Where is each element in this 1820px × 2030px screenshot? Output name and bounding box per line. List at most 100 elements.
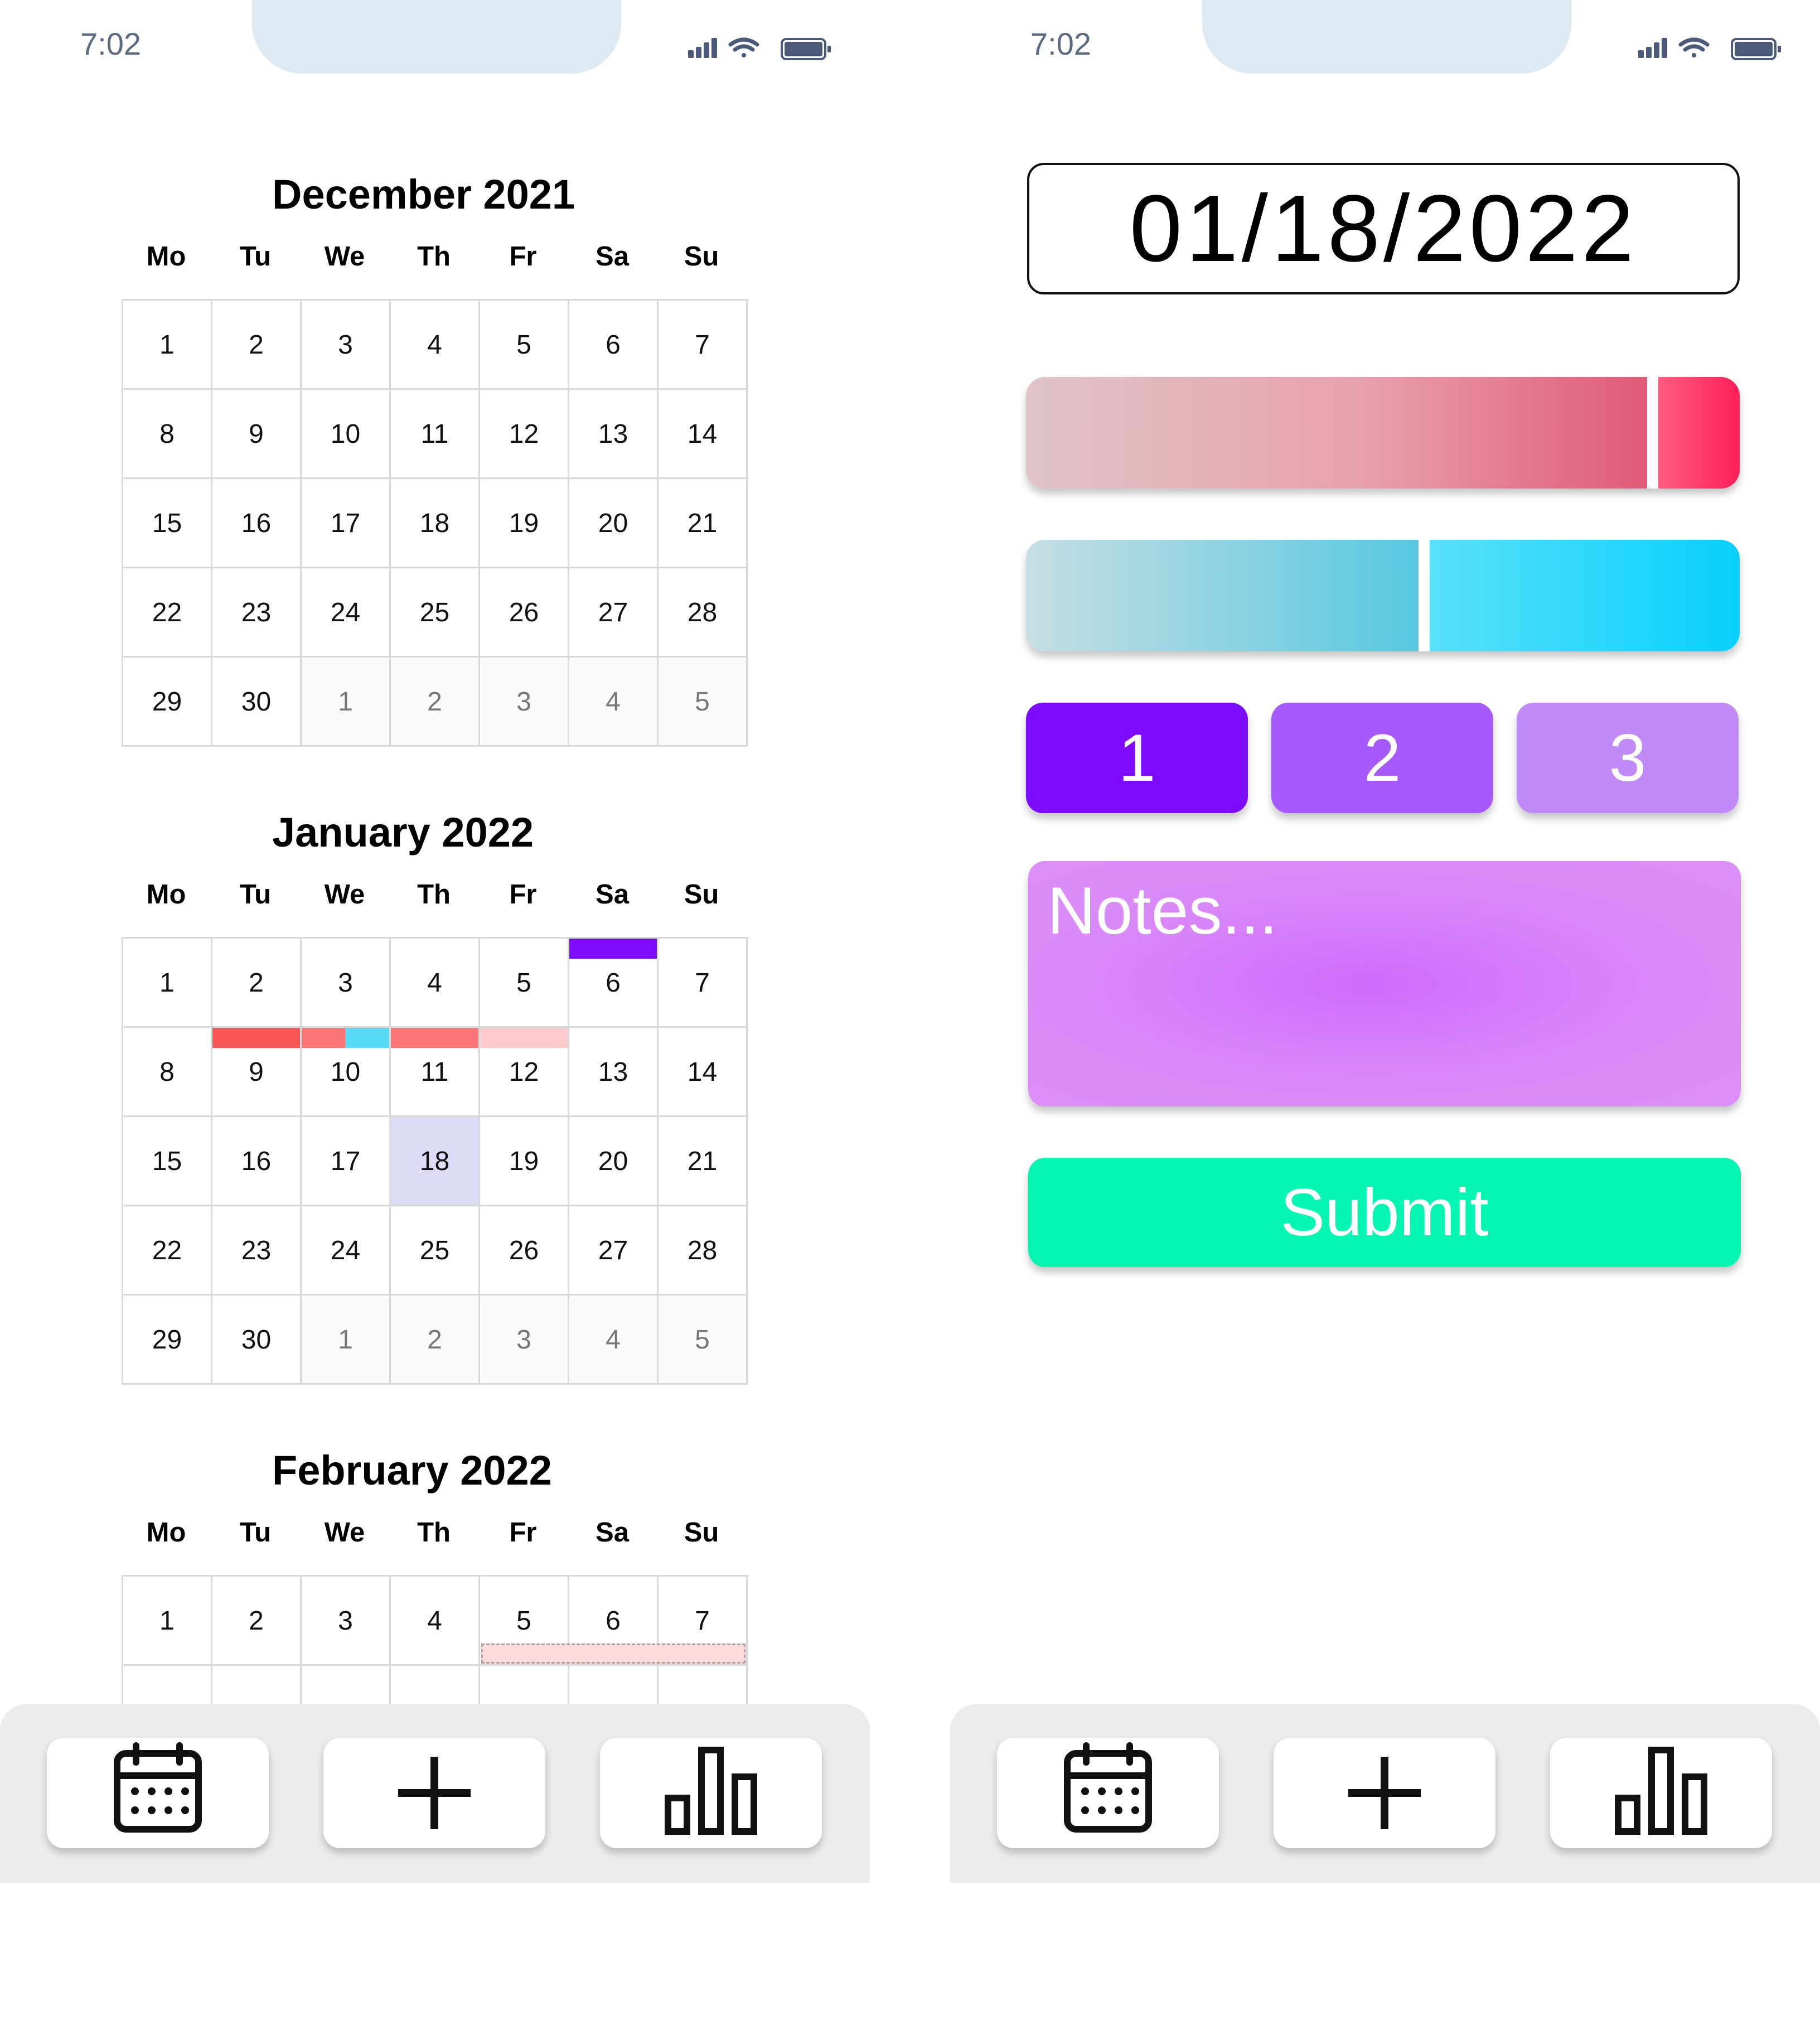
day-cell[interactable]: 4 — [391, 1577, 480, 1666]
day-cell[interactable]: 2 — [391, 1296, 480, 1385]
day-cell[interactable]: 2 — [212, 301, 302, 390]
day-cell[interactable]: 18 — [391, 479, 480, 568]
day-cell[interactable]: 17 — [302, 1117, 391, 1206]
day-cell[interactable] — [569, 1666, 659, 1705]
day-cell[interactable]: 25 — [391, 568, 480, 658]
weekday-label: Su — [684, 241, 719, 272]
day-cell[interactable]: 17 — [302, 479, 391, 568]
weekday-label: We — [324, 1517, 365, 1548]
tab-calendar[interactable] — [47, 1738, 269, 1848]
tab-bar — [0, 1704, 870, 1883]
day-cell[interactable]: 15 — [123, 1117, 212, 1206]
day-cell[interactable]: 2 — [212, 1577, 302, 1666]
plus-icon — [1348, 1757, 1421, 1829]
day-cell[interactable]: 14 — [659, 1028, 748, 1117]
day-cell[interactable]: 3 — [302, 939, 391, 1028]
blue-slider[interactable] — [1026, 540, 1740, 651]
day-cell[interactable]: 9 — [212, 390, 302, 479]
day-cell[interactable]: 16 — [212, 479, 302, 568]
tab-calendar[interactable] — [997, 1738, 1219, 1848]
day-cell[interactable]: 23 — [212, 1206, 302, 1296]
day-cell[interactable]: 2 — [212, 939, 302, 1028]
day-cell[interactable]: 28 — [659, 568, 748, 658]
slider-track — [1430, 540, 1740, 651]
day-cell[interactable]: 21 — [659, 479, 748, 568]
day-cell[interactable]: 14 — [659, 390, 748, 479]
day-cell[interactable]: 10 — [302, 390, 391, 479]
day-cell[interactable]: 23 — [212, 568, 302, 658]
day-cell[interactable]: 8 — [123, 1028, 212, 1117]
day-cell[interactable]: 22 — [123, 1206, 212, 1296]
day-cell[interactable]: 19 — [480, 1117, 569, 1206]
day-cell[interactable]: 7 — [659, 939, 748, 1028]
tab-add[interactable] — [323, 1738, 545, 1848]
calendar-scroll[interactable]: December 2021 Mo Tu We Th Fr Sa Su 54321… — [0, 0, 870, 1705]
tab-stats[interactable] — [1550, 1738, 1772, 1848]
day-cell[interactable]: 3 — [480, 1296, 569, 1385]
day-cell[interactable]: 11 — [391, 390, 480, 479]
day-cell[interactable]: 28 — [659, 1206, 748, 1296]
day-cell[interactable]: 22 — [123, 568, 212, 658]
day-cell[interactable]: 1 — [123, 301, 212, 390]
day-cell[interactable]: 12 — [480, 390, 569, 479]
day-cell[interactable]: 30 — [212, 658, 302, 747]
tab-add[interactable] — [1274, 1738, 1495, 1848]
submit-button[interactable]: Submit — [1028, 1158, 1741, 1267]
day-cell[interactable]: 25 — [391, 1206, 480, 1296]
day-cell[interactable]: 21 — [659, 1117, 748, 1206]
day-cell[interactable]: 19 — [480, 479, 569, 568]
day-cell[interactable]: 1 — [123, 939, 212, 1028]
day-cell[interactable]: 4 — [569, 658, 659, 747]
day-cell[interactable]: 20 — [569, 479, 659, 568]
slider-thumb[interactable] — [1647, 377, 1658, 489]
day-cell[interactable] — [659, 1666, 748, 1705]
day-cell[interactable]: 27 — [569, 568, 659, 658]
notes-input[interactable] — [1028, 861, 1741, 1106]
day-cell[interactable]: 4 — [569, 1296, 659, 1385]
red-slider[interactable] — [1026, 377, 1740, 489]
day-cell[interactable]: 4 — [391, 939, 480, 1028]
day-cell[interactable]: 29 — [123, 1296, 212, 1385]
slider-fill — [1026, 377, 1647, 489]
day-cell[interactable]: 24 — [302, 1206, 391, 1296]
weekday-label: Th — [417, 879, 451, 910]
day-cell[interactable]: 8 — [123, 390, 212, 479]
level-3-button[interactable]: 3 — [1517, 703, 1739, 813]
date-field[interactable]: 01/18/2022 — [1027, 163, 1740, 294]
day-cell[interactable]: 24 — [302, 568, 391, 658]
day-cell[interactable]: 1 — [123, 1577, 212, 1666]
day-cell[interactable]: 13 — [569, 1028, 659, 1117]
day-cell[interactable]: 20 — [569, 1117, 659, 1206]
day-cell[interactable]: 5 — [480, 301, 569, 390]
day-cell[interactable]: 4 — [391, 301, 480, 390]
day-cell[interactable] — [480, 1666, 569, 1705]
day-cell[interactable]: 3 — [302, 301, 391, 390]
day-cell[interactable]: 7 — [659, 301, 748, 390]
day-cell[interactable]: 2 — [391, 658, 480, 747]
day-cell[interactable]: 15 — [123, 479, 212, 568]
day-cell[interactable]: 30 — [212, 1296, 302, 1385]
day-cell[interactable] — [302, 1666, 391, 1705]
day-cell[interactable]: 3 — [302, 1577, 391, 1666]
slider-thumb[interactable] — [1419, 540, 1430, 651]
level-1-button[interactable]: 1 — [1026, 703, 1248, 813]
day-cell[interactable]: 1 — [302, 658, 391, 747]
day-cell[interactable] — [123, 1666, 212, 1705]
day-cell[interactable]: 3 — [480, 658, 569, 747]
day-cell[interactable]: 26 — [480, 1206, 569, 1296]
day-cell[interactable]: 16 — [212, 1117, 302, 1206]
day-cell[interactable]: 13 — [569, 390, 659, 479]
day-cell[interactable] — [212, 1666, 302, 1705]
day-cell[interactable]: 5 — [659, 1296, 748, 1385]
day-cell[interactable]: 1 — [302, 1296, 391, 1385]
day-cell[interactable] — [391, 1666, 480, 1705]
day-cell[interactable]: 5 — [659, 658, 748, 747]
day-cell[interactable]: 29 — [123, 658, 212, 747]
day-cell[interactable]: 6 — [569, 301, 659, 390]
day-cell[interactable]: 5 — [480, 939, 569, 1028]
day-cell[interactable]: 18 — [391, 1117, 480, 1206]
tab-stats[interactable] — [600, 1738, 822, 1848]
day-cell[interactable]: 26 — [480, 568, 569, 658]
day-cell[interactable]: 27 — [569, 1206, 659, 1296]
level-2-button[interactable]: 2 — [1271, 703, 1493, 813]
